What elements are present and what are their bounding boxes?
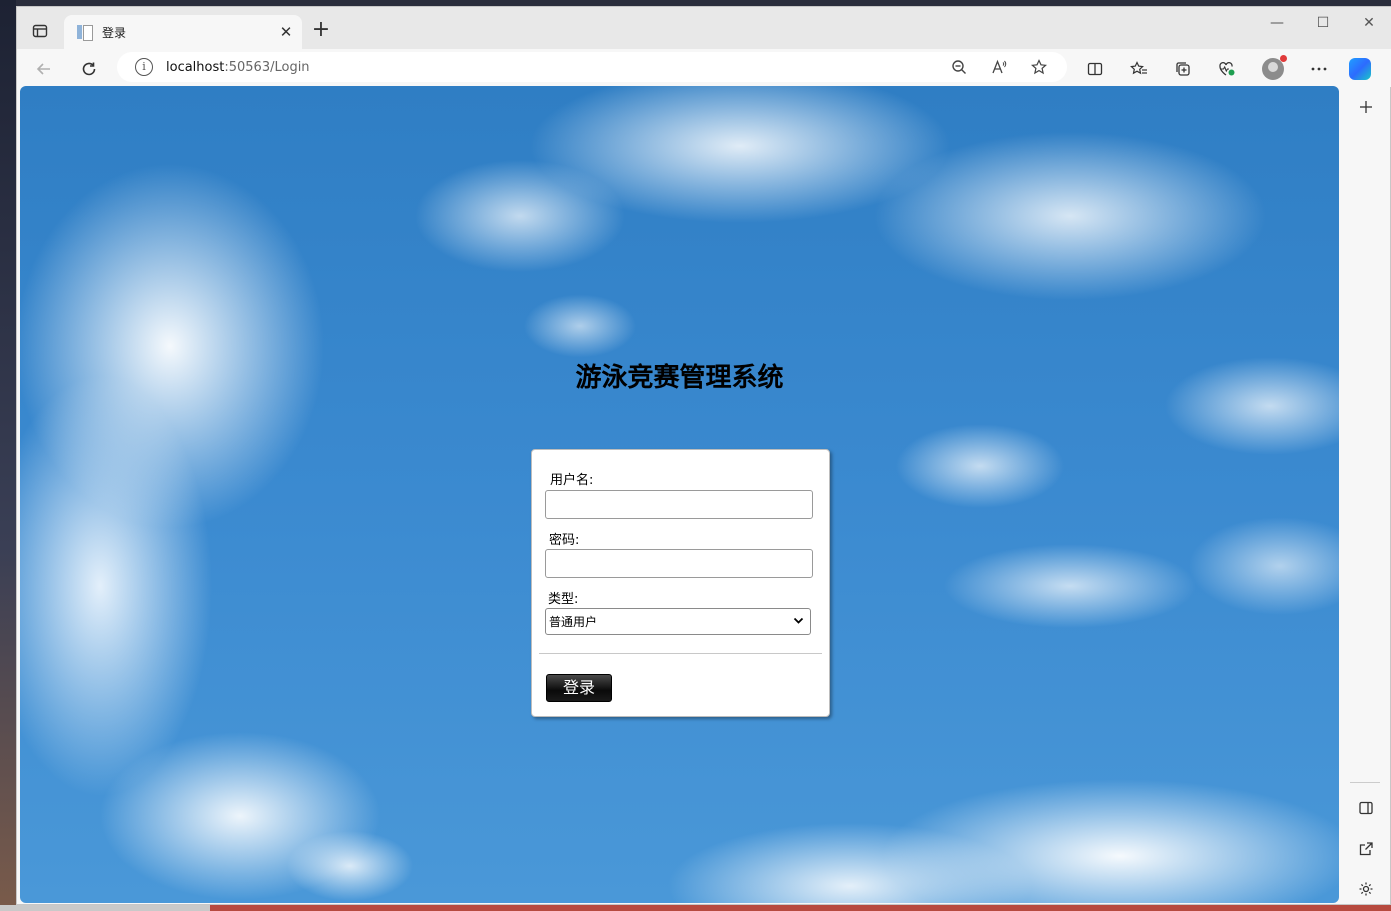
add-sidebar-icon[interactable] <box>1354 95 1378 119</box>
active-tab[interactable]: 登录 ✕ <box>64 15 302 49</box>
type-label: 类型: <box>548 592 579 607</box>
browser-essentials-icon[interactable] <box>1215 57 1239 81</box>
minimize-button[interactable]: — <box>1254 7 1300 39</box>
favorite-star-icon[interactable] <box>1027 55 1051 79</box>
tab-close-icon[interactable]: ✕ <box>276 22 296 42</box>
notification-dot <box>1280 55 1287 62</box>
refresh-icon[interactable] <box>75 55 103 83</box>
page-title: 游泳竞赛管理系统 <box>575 363 784 393</box>
read-aloud-icon[interactable] <box>987 55 1011 79</box>
site-info-icon[interactable]: i <box>135 58 153 76</box>
page-favicon-icon <box>76 24 93 41</box>
chevron-down-icon <box>793 615 804 629</box>
back-icon[interactable] <box>30 55 58 83</box>
username-label: 用户名: <box>550 473 594 488</box>
user-type-selected: 普通用户 <box>549 615 598 629</box>
user-type-select[interactable]: 普通用户 <box>545 608 811 635</box>
tab-strip: 登录 ✕ + — ☐ ✕ <box>17 7 1391 49</box>
maximize-button[interactable]: ☐ <box>1300 7 1346 39</box>
collections-icon[interactable] <box>1171 57 1195 81</box>
edge-sidebar <box>1342 87 1390 904</box>
more-options-icon[interactable] <box>1307 57 1331 81</box>
window-controls: — ☐ ✕ <box>1254 7 1391 39</box>
form-divider <box>539 653 822 654</box>
url-text[interactable]: localhost:50563/Login <box>166 60 947 75</box>
settings-gear-icon[interactable] <box>1354 877 1378 901</box>
split-screen-icon[interactable] <box>1083 57 1107 81</box>
page-viewport: 游泳竞赛管理系统 用户名: 密码: 类型: 普通用户 登录 <box>20 86 1339 903</box>
copilot-icon[interactable] <box>1348 57 1372 81</box>
address-bar[interactable]: i localhost:50563/Login <box>117 52 1067 82</box>
password-label: 密码: <box>549 533 580 548</box>
tab-title: 登录 <box>102 25 127 40</box>
hide-sidebar-icon[interactable] <box>1354 796 1378 820</box>
zoom-out-icon[interactable] <box>947 55 971 79</box>
login-form: 用户名: 密码: 类型: 普通用户 登录 <box>531 449 830 717</box>
username-input[interactable] <box>545 490 813 519</box>
external-link-icon[interactable] <box>1354 837 1378 861</box>
tab-actions-icon[interactable] <box>25 19 55 43</box>
browser-toolbar: i localhost:50563/Login <box>17 49 1391 87</box>
password-input[interactable] <box>545 549 813 578</box>
new-tab-button[interactable]: + <box>309 19 333 43</box>
browser-window: 登录 ✕ + — ☐ ✕ i localhost:50563/Login 游泳竞… <box>16 6 1391 905</box>
login-button[interactable]: 登录 <box>546 674 612 702</box>
close-window-button[interactable]: ✕ <box>1346 7 1391 39</box>
profile-avatar[interactable] <box>1261 55 1287 81</box>
sidebar-divider <box>1350 782 1380 783</box>
favorites-icon[interactable] <box>1127 57 1151 81</box>
